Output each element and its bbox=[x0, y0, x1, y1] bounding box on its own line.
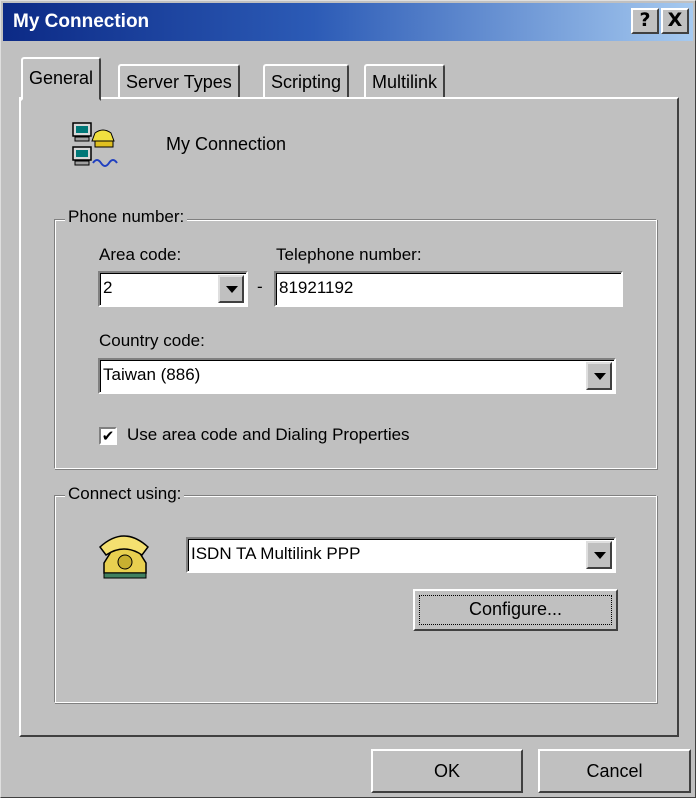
cancel-button[interactable]: Cancel bbox=[538, 749, 691, 793]
connect-using-group-label: Connect using: bbox=[65, 484, 185, 504]
chevron-down-icon[interactable] bbox=[218, 275, 244, 303]
dialog-window: My Connection ? X General Server Types S… bbox=[0, 0, 696, 798]
ok-button[interactable]: OK bbox=[371, 749, 523, 793]
checkmark-icon: ✔ bbox=[101, 427, 115, 445]
chevron-down-icon[interactable] bbox=[586, 362, 612, 390]
tab-label: Multilink bbox=[372, 72, 438, 92]
cancel-button-label: Cancel bbox=[586, 761, 643, 781]
connect-device-value: ISDN TA Multilink PPP bbox=[191, 544, 361, 563]
country-code-label: Country code: bbox=[99, 331, 205, 350]
area-code-value: 2 bbox=[103, 278, 113, 297]
general-tab-panel: My Connection Phone number: Area code: 2… bbox=[19, 97, 679, 737]
network-computers-icon bbox=[71, 121, 121, 171]
tab-scripting[interactable]: Scripting bbox=[263, 64, 350, 100]
tab-label: General bbox=[29, 68, 94, 88]
focus-ring bbox=[419, 595, 612, 625]
configure-button[interactable]: Configure... bbox=[413, 589, 618, 631]
country-code-combobox[interactable]: Taiwan (886) bbox=[98, 358, 616, 394]
telephone-icon bbox=[96, 529, 152, 581]
chevron-down-icon[interactable] bbox=[586, 541, 612, 569]
close-icon: X bbox=[667, 9, 683, 31]
title-bar[interactable]: My Connection ? X bbox=[3, 3, 693, 41]
connection-name: My Connection bbox=[166, 134, 287, 154]
country-code-value: Taiwan (886) bbox=[103, 365, 201, 384]
window-title: My Connection bbox=[13, 11, 150, 32]
area-code-combobox[interactable]: 2 bbox=[98, 271, 248, 307]
connect-device-combobox[interactable]: ISDN TA Multilink PPP bbox=[186, 537, 616, 573]
tab-general[interactable]: General bbox=[21, 57, 102, 101]
telephone-number-input[interactable]: 81921192 bbox=[274, 271, 623, 307]
telephone-number-label: Telephone number: bbox=[276, 245, 422, 264]
area-code-separator: - bbox=[257, 277, 263, 296]
help-button[interactable]: ? bbox=[631, 8, 659, 34]
tab-label: Scripting bbox=[271, 72, 342, 92]
close-button[interactable]: X bbox=[661, 8, 689, 34]
tab-multilink[interactable]: Multilink bbox=[364, 64, 446, 100]
tab-server-types[interactable]: Server Types bbox=[118, 64, 240, 100]
use-area-code-checkbox[interactable]: ✔ bbox=[99, 427, 117, 445]
phone-number-group-label: Phone number: bbox=[65, 207, 188, 227]
tab-label: Server Types bbox=[126, 72, 232, 92]
telephone-number-value: 81921192 bbox=[279, 278, 354, 297]
help-icon: ? bbox=[639, 9, 651, 31]
use-area-code-label[interactable]: Use area code and Dialing Properties bbox=[127, 425, 410, 445]
area-code-label: Area code: bbox=[99, 245, 182, 264]
ok-button-label: OK bbox=[433, 761, 460, 781]
